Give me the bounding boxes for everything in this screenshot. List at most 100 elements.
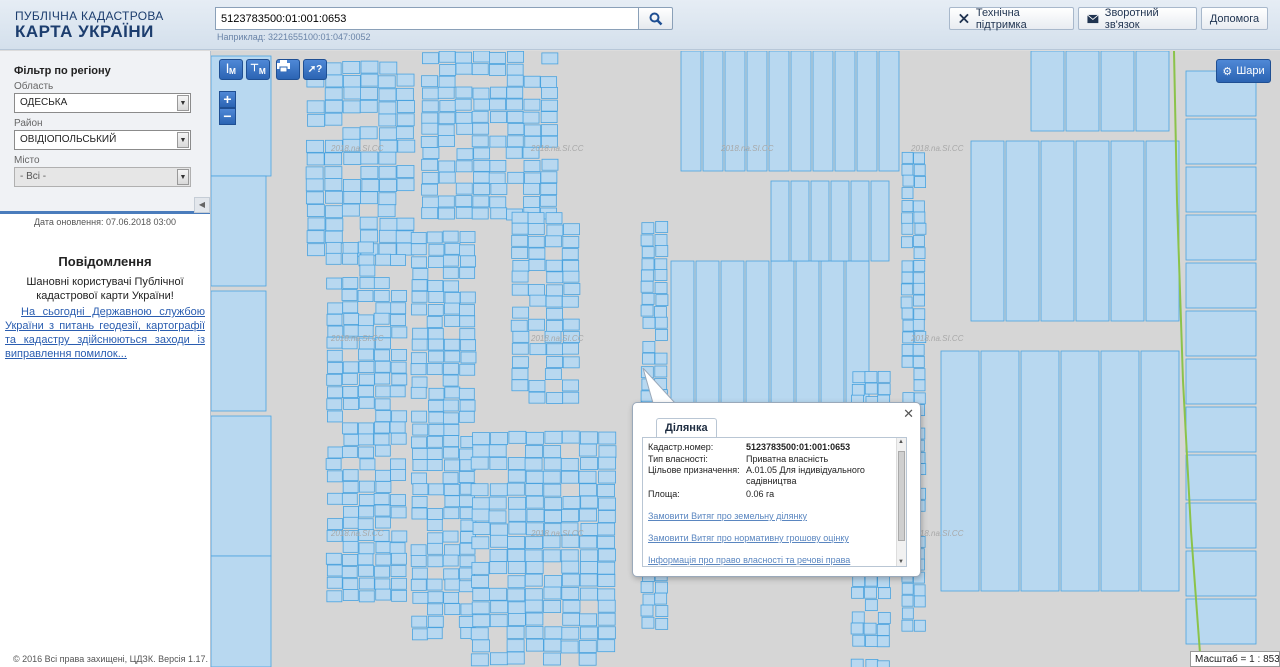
parcel[interactable] bbox=[830, 180, 850, 262]
parcel[interactable] bbox=[444, 603, 461, 616]
parcel[interactable] bbox=[437, 86, 455, 99]
parcel[interactable] bbox=[374, 504, 391, 517]
parcel[interactable] bbox=[412, 448, 428, 460]
parcel[interactable] bbox=[358, 361, 375, 373]
parcel[interactable] bbox=[490, 523, 508, 537]
parcel[interactable] bbox=[342, 127, 361, 141]
parcel[interactable] bbox=[389, 542, 406, 555]
parcel[interactable] bbox=[390, 458, 406, 471]
parcel[interactable] bbox=[511, 342, 529, 355]
parcel[interactable] bbox=[546, 307, 563, 320]
layers-button[interactable]: ⚙ Шари bbox=[1216, 59, 1271, 83]
parcel[interactable] bbox=[460, 255, 476, 268]
parcel[interactable] bbox=[527, 223, 545, 235]
parcel[interactable] bbox=[411, 410, 428, 423]
parcel[interactable] bbox=[459, 304, 475, 317]
parcel[interactable] bbox=[546, 343, 564, 356]
parcel[interactable] bbox=[341, 203, 360, 217]
parcel[interactable] bbox=[442, 230, 459, 243]
parcel[interactable] bbox=[654, 234, 668, 246]
parcel[interactable] bbox=[455, 206, 473, 219]
parcel[interactable] bbox=[562, 270, 580, 283]
parcel[interactable] bbox=[391, 552, 407, 565]
parcel[interactable] bbox=[411, 290, 428, 303]
measure-area-button[interactable]: ⊤М bbox=[246, 59, 270, 80]
parcel[interactable] bbox=[437, 124, 455, 137]
parcel[interactable] bbox=[443, 435, 460, 448]
parcel[interactable] bbox=[1135, 51, 1170, 132]
parcel[interactable] bbox=[877, 576, 891, 588]
parcel[interactable] bbox=[390, 302, 407, 315]
parcel[interactable] bbox=[489, 549, 508, 562]
parcel[interactable] bbox=[1005, 140, 1040, 322]
parcel[interactable] bbox=[442, 472, 459, 485]
parcel[interactable] bbox=[412, 628, 428, 641]
parcel[interactable] bbox=[511, 247, 529, 259]
print-button[interactable] bbox=[276, 59, 300, 80]
parcel[interactable] bbox=[528, 318, 545, 331]
parcel[interactable] bbox=[324, 152, 343, 166]
parcel[interactable] bbox=[326, 373, 343, 386]
parcel[interactable] bbox=[901, 163, 914, 176]
parcel[interactable] bbox=[412, 591, 429, 604]
parcel[interactable] bbox=[358, 314, 374, 327]
parcel[interactable] bbox=[489, 64, 506, 76]
parcel[interactable] bbox=[902, 174, 915, 187]
parcel[interactable] bbox=[426, 578, 443, 591]
parcel[interactable] bbox=[360, 191, 378, 205]
parcel[interactable] bbox=[562, 496, 581, 509]
parcel[interactable] bbox=[561, 626, 580, 640]
parcel[interactable] bbox=[443, 568, 460, 581]
parcel[interactable] bbox=[597, 599, 616, 613]
parcel[interactable] bbox=[428, 399, 444, 412]
parcel[interactable] bbox=[598, 497, 616, 511]
parcel[interactable] bbox=[472, 444, 491, 458]
parcel[interactable] bbox=[443, 338, 460, 351]
parcel[interactable] bbox=[342, 554, 358, 566]
parcel[interactable] bbox=[306, 230, 325, 244]
parcel[interactable] bbox=[561, 587, 580, 600]
parcel[interactable] bbox=[412, 423, 429, 436]
parcel[interactable] bbox=[507, 51, 524, 63]
parcel[interactable] bbox=[790, 180, 810, 262]
parcel[interactable] bbox=[508, 457, 526, 470]
parcel[interactable] bbox=[655, 617, 669, 630]
parcel[interactable] bbox=[458, 471, 475, 483]
parcel[interactable] bbox=[375, 588, 392, 601]
parcel[interactable] bbox=[472, 497, 490, 511]
parcel[interactable] bbox=[913, 152, 925, 165]
parcel[interactable] bbox=[421, 100, 439, 113]
identify-button[interactable]: ➚? bbox=[303, 59, 327, 80]
parcel[interactable] bbox=[912, 318, 925, 331]
parcel[interactable] bbox=[360, 73, 379, 87]
parcel[interactable] bbox=[471, 508, 490, 522]
parcel[interactable] bbox=[561, 295, 579, 308]
parcel[interactable] bbox=[325, 218, 344, 232]
parcel[interactable] bbox=[655, 221, 669, 233]
parcel[interactable] bbox=[341, 372, 358, 385]
parcel[interactable] bbox=[378, 151, 397, 165]
parcel[interactable] bbox=[864, 371, 878, 383]
parcel[interactable] bbox=[442, 362, 459, 375]
parcel[interactable] bbox=[325, 552, 342, 565]
parcel[interactable] bbox=[390, 361, 407, 374]
parcel[interactable] bbox=[395, 126, 414, 140]
parcel[interactable] bbox=[442, 266, 459, 279]
parcel[interactable] bbox=[540, 183, 558, 195]
parcel[interactable] bbox=[511, 234, 529, 247]
parcel[interactable] bbox=[426, 316, 443, 329]
parcel[interactable] bbox=[438, 112, 456, 125]
parcel[interactable] bbox=[374, 349, 390, 362]
parcel[interactable] bbox=[374, 578, 391, 591]
parcel[interactable] bbox=[358, 348, 374, 361]
parcel[interactable] bbox=[325, 190, 343, 204]
parcel[interactable] bbox=[471, 561, 490, 575]
parcel[interactable] bbox=[901, 607, 914, 620]
parcel[interactable] bbox=[375, 553, 392, 566]
parcel[interactable] bbox=[562, 391, 580, 404]
parcel[interactable] bbox=[358, 577, 375, 590]
parcel[interactable] bbox=[508, 521, 527, 535]
parcel[interactable] bbox=[456, 148, 474, 161]
parcel[interactable] bbox=[341, 289, 358, 301]
parcel[interactable] bbox=[306, 139, 324, 153]
